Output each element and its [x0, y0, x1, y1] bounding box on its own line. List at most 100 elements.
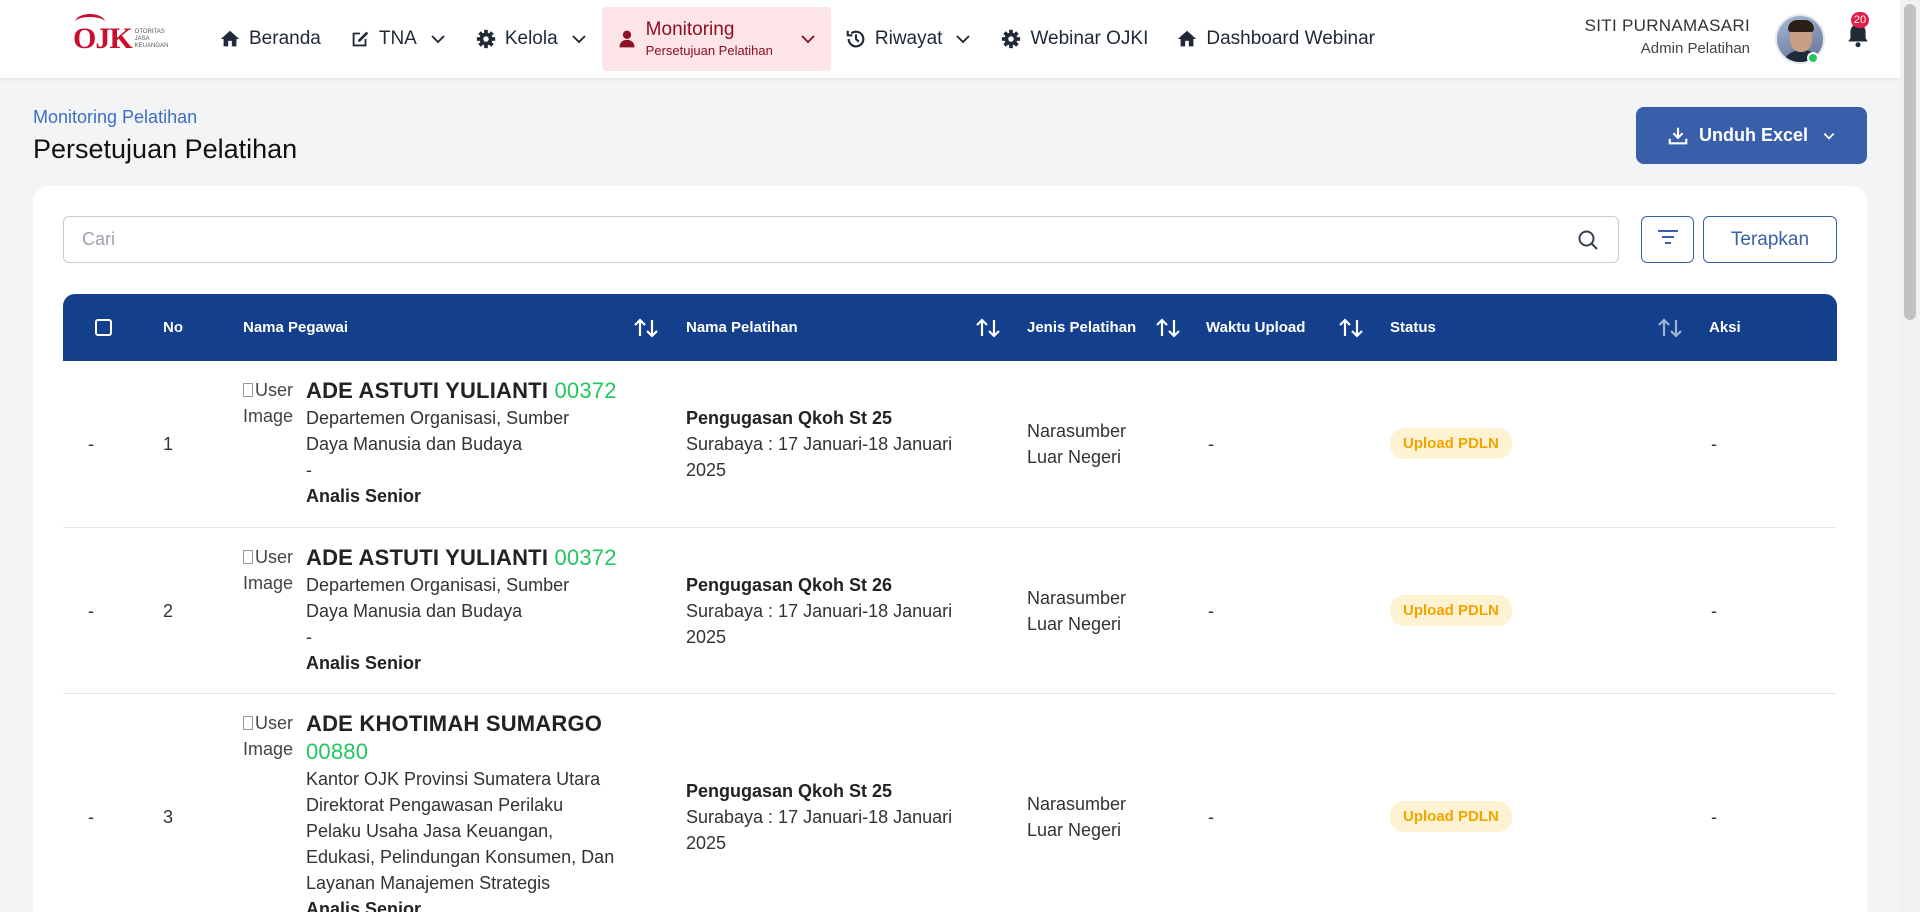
row-select[interactable]: -	[88, 807, 94, 828]
select-all-checkbox[interactable]	[95, 294, 112, 361]
user-image: User Image	[243, 547, 294, 593]
training-type: Narasumber Luar Negeri	[1027, 588, 1127, 634]
training-name: Pengugasan Qkoh St 25	[686, 408, 893, 428]
chevron-down-icon	[429, 30, 447, 48]
row-action[interactable]: -	[1711, 601, 1717, 622]
page-scrollbar[interactable]	[1900, 0, 1920, 912]
search-box	[63, 216, 1619, 263]
col-aksi: Aksi	[1709, 319, 1741, 336]
user-info[interactable]: SITI PURNAMASARI Admin Pelatihan	[1585, 16, 1750, 57]
row-select[interactable]: -	[88, 601, 94, 622]
edit-icon	[349, 28, 371, 50]
terapkan-button[interactable]: Terapkan	[1703, 216, 1837, 263]
col-status: Status	[1390, 319, 1436, 336]
nav-dashboard-webinar[interactable]: Dashboard Webinar	[1162, 7, 1389, 71]
gear-icon	[1000, 28, 1022, 50]
employee-nip: 00880	[306, 739, 369, 764]
training-info: Pengugasan Qkoh St 25 Surabaya : 17 Janu…	[686, 778, 986, 856]
sort-icon[interactable]	[1155, 316, 1181, 340]
training-detail: Surabaya : 17 Januari-18 Januari	[686, 807, 953, 827]
chevron-down-icon	[1822, 129, 1836, 143]
history-icon	[845, 28, 867, 50]
row-no: 2	[163, 601, 174, 621]
nav-riwayat[interactable]: Riwayat	[831, 7, 987, 71]
training-type: Narasumber Luar Negeri	[1027, 421, 1127, 467]
home-icon	[219, 28, 241, 50]
sort-icon[interactable]	[975, 316, 1001, 340]
person-icon	[616, 28, 638, 50]
training-detail: Surabaya : 17 Januari-18 Januari	[686, 601, 953, 621]
nav-label: TNA	[378, 28, 417, 49]
row-no: 1	[163, 434, 174, 454]
employee-nip: 00372	[554, 545, 617, 570]
ojk-logo[interactable]: OJK OTORITAS JASA KEUANGAN	[73, 14, 168, 58]
table-row[interactable]: - 3 User Image ADE KHOTIMAH SUMARGO 00880…	[63, 694, 1837, 912]
nav-kelola[interactable]: Kelola	[461, 7, 602, 71]
nav-beranda[interactable]: Beranda	[205, 7, 335, 71]
export-label: Unduh Excel	[1698, 125, 1809, 145]
nav-sublabel: Persetujuan Pelatihan	[645, 42, 773, 58]
search-icon[interactable]	[1576, 228, 1600, 252]
content-card: Terapkan No Nama Pegawai Nama Pelatihan …	[33, 186, 1867, 912]
upload-time: -	[1208, 434, 1214, 454]
employee-info: ADE KHOTIMAH SUMARGO 00880 Kantor OJK Pro…	[306, 710, 646, 912]
user-name: SITI PURNAMASARI	[1584, 16, 1750, 35]
employee-jabatan: Analis Senior	[306, 899, 422, 912]
employee-dept: Departemen Organisasi, Sumber	[306, 408, 570, 428]
user-image: User Image	[243, 380, 294, 426]
training-name: Pengugasan Qkoh St 26	[686, 575, 893, 595]
status-badge: Upload PDLN	[1390, 595, 1512, 626]
table-row[interactable]: - 2 User Image ADE ASTUTI YULIANTI 00372…	[63, 528, 1837, 694]
sort-icon[interactable]	[1338, 316, 1364, 340]
notification-badge: 20	[1851, 12, 1869, 28]
sort-icon[interactable]	[633, 316, 659, 340]
training-info: Pengugasan Qkoh St 25 Surabaya : 17 Janu…	[686, 405, 986, 483]
employee-dept: Pelaku Usaha Jasa Keuangan,	[306, 821, 554, 841]
page-title: Persetujuan Pelatihan	[33, 134, 298, 164]
online-status-icon	[1807, 52, 1819, 64]
nav-label: Beranda	[249, 28, 321, 49]
training-detail: 2025	[686, 460, 727, 480]
approval-table: No Nama Pegawai Nama Pelatihan Jenis Pel…	[63, 294, 1837, 912]
nav-webinar-ojki[interactable]: Webinar OJKI	[986, 7, 1162, 71]
employee-name: ADE ASTUTI YULIANTI	[306, 545, 549, 570]
user-role: Admin Pelatihan	[1640, 40, 1750, 57]
employee-dept: -	[306, 460, 312, 480]
nav-tna[interactable]: TNA	[335, 7, 461, 71]
employee-dept: Daya Manusia dan Budaya	[306, 434, 523, 454]
training-detail: Surabaya : 17 Januari-18 Januari	[686, 434, 953, 454]
nav-label: Webinar OJKI	[1030, 28, 1149, 49]
sort-icon[interactable]	[1657, 316, 1683, 340]
employee-name: ADE KHOTIMAH SUMARGO	[306, 711, 603, 736]
row-action[interactable]: -	[1711, 434, 1717, 455]
filter-icon	[1655, 226, 1681, 253]
download-icon	[1667, 125, 1689, 147]
employee-dept: Edukasi, Pelindungan Konsumen, Dan	[306, 847, 615, 867]
nav-label: Kelola	[504, 28, 558, 49]
col-jenis-pelatihan: Jenis Pelatihan	[1027, 319, 1137, 336]
table-header: No Nama Pegawai Nama Pelatihan Jenis Pel…	[63, 294, 1837, 361]
nav-monitoring[interactable]: Monitoring Persetujuan Pelatihan	[601, 7, 831, 71]
chevron-down-icon	[799, 30, 817, 48]
chevron-down-icon	[570, 30, 588, 48]
scrollbar-thumb[interactable]	[1904, 4, 1916, 320]
unduh-excel-button[interactable]: Unduh Excel	[1636, 107, 1867, 164]
row-select[interactable]: -	[88, 434, 94, 455]
employee-name: ADE ASTUTI YULIANTI	[306, 378, 549, 403]
table-row[interactable]: - 1 User Image ADE ASTUTI YULIANTI 00372…	[63, 361, 1837, 528]
user-image: User Image	[243, 713, 294, 759]
filter-button[interactable]	[1641, 216, 1694, 263]
breadcrumb[interactable]: Monitoring Pelatihan	[33, 107, 197, 128]
employee-dept: -	[306, 627, 312, 647]
employee-dept: Daya Manusia dan Budaya	[306, 601, 523, 621]
gear-icon	[475, 28, 497, 50]
status-badge: Upload PDLN	[1390, 428, 1512, 459]
home-icon	[1176, 28, 1198, 50]
row-action[interactable]: -	[1711, 807, 1717, 828]
nav-label: Riwayat	[874, 28, 943, 49]
col-nama-pelatihan: Nama Pelatihan	[686, 319, 798, 336]
employee-dept: Layanan Manajemen Strategis	[306, 873, 551, 893]
employee-jabatan: Analis Senior	[306, 653, 422, 673]
training-type: Narasumber Luar Negeri	[1027, 794, 1127, 840]
search-input[interactable]	[82, 229, 1576, 250]
